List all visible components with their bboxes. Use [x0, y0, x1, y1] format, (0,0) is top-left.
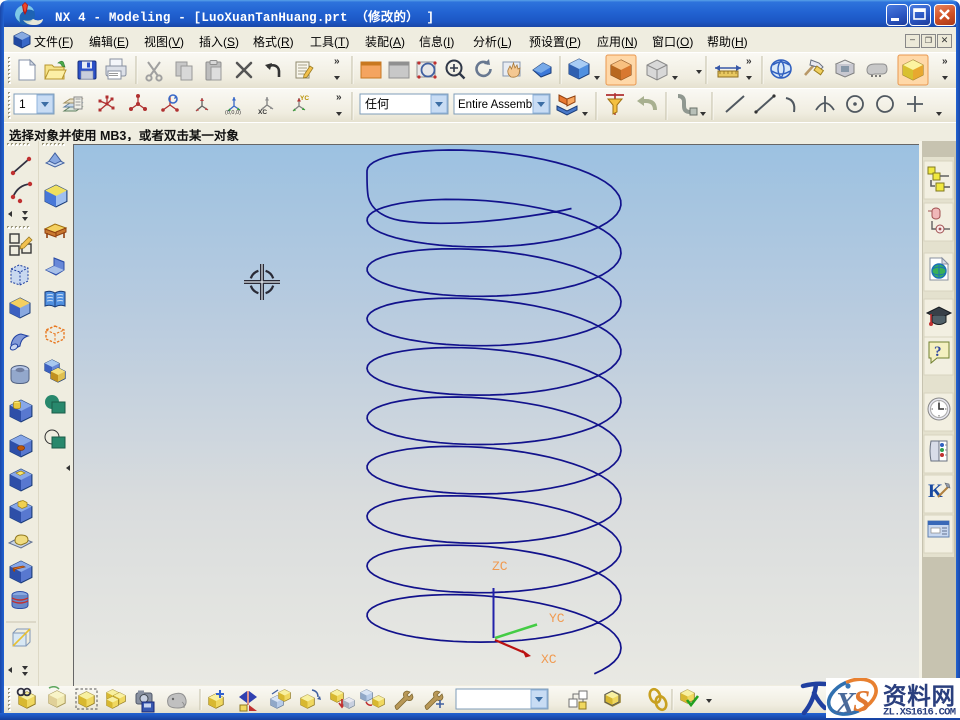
svg-text:»: » — [336, 92, 342, 103]
svg-text:ZL.XS1616.COM: ZL.XS1616.COM — [883, 707, 956, 719]
svg-text:?: ? — [934, 344, 942, 360]
svg-text:(0,0,0): (0,0,0) — [225, 110, 241, 116]
svg-text:资料网: 资料网 — [883, 683, 955, 709]
svg-text:1: 1 — [19, 97, 26, 111]
svg-text:»: » — [942, 56, 948, 67]
svg-text:Entire Assemb: Entire Assemb — [458, 99, 532, 111]
svg-text:任何: 任何 — [365, 97, 389, 111]
svg-text:YC: YC — [300, 95, 309, 102]
svg-text:»: » — [746, 56, 752, 67]
svg-text:K: K — [928, 481, 943, 502]
svg-text:XC: XC — [258, 109, 267, 116]
svg-text:S: S — [853, 683, 870, 718]
svg-text:»: » — [334, 56, 340, 67]
